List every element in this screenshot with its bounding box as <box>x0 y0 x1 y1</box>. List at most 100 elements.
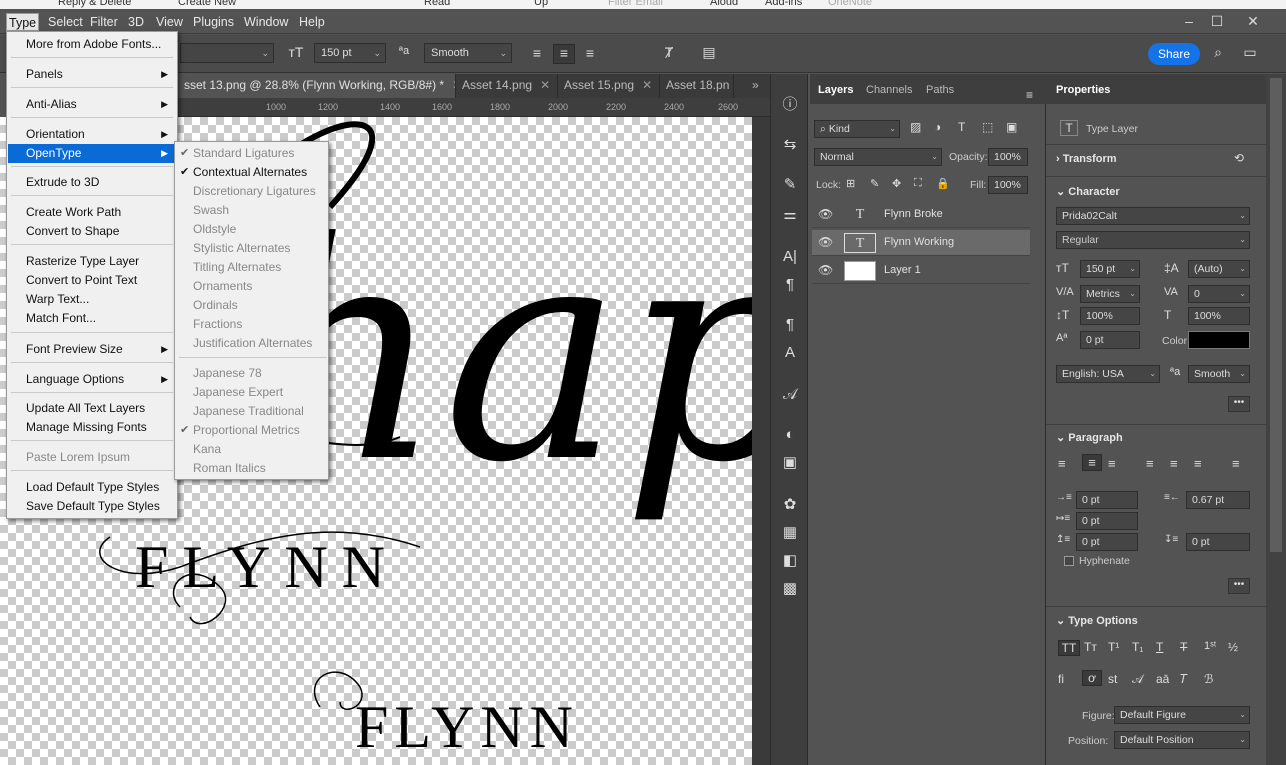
tab-paths[interactable]: Paths <box>926 84 954 96</box>
align-center-icon[interactable]: ≡ <box>553 44 575 64</box>
hyphenate-checkbox[interactable] <box>1064 556 1074 566</box>
discretionary-ligatures-icon[interactable]: st <box>1108 672 1117 686</box>
menu-filter[interactable]: Filter <box>88 13 120 31</box>
underline-icon[interactable]: T <box>1156 640 1163 654</box>
swash-icon[interactable]: 𝒜 <box>1132 672 1143 687</box>
font-style-dropdown[interactable]: ⌄ <box>180 43 274 63</box>
reset-icon[interactable]: ⟲ <box>1234 151 1244 165</box>
menu-item-more-fonts[interactable]: More from Adobe Fonts... <box>8 35 176 54</box>
first-line-indent-field[interactable]: 0 pt <box>1076 512 1138 530</box>
antialias-dropdown[interactable]: Smooth ⌄ <box>424 43 512 63</box>
justify-center-icon[interactable]: ≡ <box>1170 456 1178 471</box>
transform-section[interactable]: › Transform <box>1056 153 1117 165</box>
ordinals-icon[interactable]: 1ˢᵗ <box>1204 640 1216 652</box>
more-options-button[interactable]: ••• <box>1228 396 1250 412</box>
restore-button[interactable]: ☐ <box>1200 12 1234 30</box>
paragraph-styles-icon[interactable]: ¶ <box>779 314 801 336</box>
filter-pixel-icon[interactable]: ▨ <box>910 120 921 134</box>
layer-row[interactable]: 👁 T Flynn Working <box>812 230 1030 256</box>
tab-asset-13[interactable]: sset 13.png @ 28.8% (Flynn Working, RGB/… <box>178 74 456 98</box>
tabs-overflow-icon[interactable]: » <box>746 74 770 98</box>
small-caps-icon[interactable]: Tт <box>1084 640 1097 654</box>
close-window-button[interactable]: ✕ <box>1236 12 1270 30</box>
vertical-scale-field[interactable]: 100% <box>1080 307 1140 325</box>
tab-properties[interactable]: Properties <box>1056 84 1110 96</box>
brush-icon[interactable]: ✎ <box>779 174 801 196</box>
position-dropdown[interactable]: Default Position ⌄ <box>1114 731 1250 749</box>
menu-item-save-type-styles[interactable]: Save Default Type Styles <box>8 497 176 516</box>
text-color-swatch[interactable] <box>1188 331 1250 349</box>
menu-window[interactable]: Window <box>242 13 290 31</box>
superscript-icon[interactable]: T¹ <box>1108 640 1119 654</box>
paragraph-section[interactable]: ⌄ Paragraph <box>1056 431 1123 444</box>
scrollbar-thumb[interactable] <box>1270 78 1282 552</box>
swatches-icon[interactable]: ✿ <box>779 494 801 516</box>
menu-item-load-type-styles[interactable]: Load Default Type Styles <box>8 478 176 497</box>
filter-type-icon[interactable]: T <box>958 120 965 134</box>
menu-item-create-work-path[interactable]: Create Work Path <box>8 203 176 222</box>
justify-all-icon[interactable]: ≡ <box>1232 456 1240 471</box>
eye-icon[interactable]: 👁 <box>818 235 833 249</box>
stylistic-alternates-icon[interactable]: aā <box>1156 672 1169 686</box>
menu-item-font-preview-size[interactable]: Font Preview Size ▶ <box>8 340 176 359</box>
properties-scrollbar[interactable] <box>1266 74 1286 765</box>
baseline-shift-field[interactable]: 0 pt <box>1080 331 1140 349</box>
space-before-field[interactable]: 0 pt <box>1076 533 1138 551</box>
contextual-alternates-icon[interactable]: ơ <box>1082 670 1102 686</box>
horizontal-scale-field[interactable]: 100% <box>1188 307 1250 325</box>
lock-all-icon[interactable]: 🔒 <box>936 177 950 190</box>
subscript-icon[interactable]: T₁ <box>1132 640 1143 654</box>
eye-icon[interactable]: 👁 <box>818 207 833 221</box>
share-button[interactable]: Share <box>1148 43 1200 65</box>
tab-asset-15[interactable]: Asset 15.png ✕ <box>558 74 660 98</box>
workspace-icon[interactable]: ▭ <box>1238 44 1262 61</box>
indent-left-field[interactable]: 0 pt <box>1076 491 1138 509</box>
all-caps-icon[interactable]: TT <box>1058 640 1080 656</box>
menu-plugins[interactable]: Plugins <box>191 13 236 31</box>
tracking-field[interactable]: 0 ⌄ <box>1188 285 1250 303</box>
filter-shape-icon[interactable]: ⬚ <box>982 120 993 134</box>
type-options-section[interactable]: ⌄ Type Options <box>1056 614 1138 627</box>
lock-brush-icon[interactable]: ✎ <box>870 177 879 190</box>
fractions-icon[interactable]: ½ <box>1228 640 1238 654</box>
tab-channels[interactable]: Channels <box>866 84 912 96</box>
patterns-icon[interactable]: ▩ <box>779 578 801 600</box>
adjustments-icon[interactable]: ◐ <box>779 424 801 446</box>
tab-asset-14[interactable]: Asset 14.png ✕ <box>456 74 558 98</box>
layer-row[interactable]: 👁 Layer 1 <box>812 258 1030 284</box>
justify-right-icon[interactable]: ≡ <box>1194 456 1202 471</box>
opacity-field[interactable]: 100% <box>988 148 1028 166</box>
menu-item-orientation[interactable]: Orientation ▶ <box>8 125 176 144</box>
info-icon[interactable]: ⓘ <box>779 94 801 116</box>
libraries-icon[interactable]: ▣ <box>779 452 801 474</box>
menu-select[interactable]: Select <box>46 13 85 31</box>
menu-item-rasterize[interactable]: Rasterize Type Layer <box>8 252 176 271</box>
canvas-scrollbar[interactable] <box>752 117 770 765</box>
panel-menu-icon[interactable]: ≡ <box>1026 88 1033 102</box>
antialias-dropdown[interactable]: Smooth ⌄ <box>1188 365 1250 383</box>
align-left-icon[interactable]: ≡ <box>1058 456 1066 471</box>
align-center-icon[interactable]: ≡ <box>1082 454 1102 471</box>
fill-field[interactable]: 100% <box>988 176 1028 194</box>
titling-alternates-icon[interactable]: 𝑇 <box>1180 672 1188 687</box>
menu-type[interactable]: Type <box>6 13 40 31</box>
menu-item-language-options[interactable]: Language Options ▶ <box>8 370 176 389</box>
align-left-icon[interactable]: ≡ <box>529 45 545 61</box>
blend-mode-dropdown[interactable]: Normal ⌄ <box>814 148 942 166</box>
strikethrough-icon[interactable]: T <box>1180 640 1187 654</box>
layer-kind-filter[interactable]: ⌕ Kind ⌄ <box>814 120 900 138</box>
menu-3d[interactable]: 3D <box>126 13 146 31</box>
font-size-dropdown[interactable]: 150 pt ⌄ <box>314 43 386 63</box>
close-icon[interactable]: ✕ <box>642 78 652 92</box>
search-icon[interactable]: ⌕ <box>1208 44 1228 61</box>
character-section[interactable]: ⌄ Character <box>1056 185 1120 198</box>
glyphs-icon[interactable]: 𝒜 <box>779 384 801 406</box>
more-options-button[interactable]: ••• <box>1228 578 1250 594</box>
tab-layers[interactable]: Layers <box>818 84 853 96</box>
menu-help[interactable]: Help <box>297 13 327 31</box>
align-right-icon[interactable]: ≡ <box>582 45 598 61</box>
warp-text-icon[interactable]: Ⱦ <box>660 44 678 60</box>
filter-adjust-icon[interactable]: ◑ <box>934 120 941 134</box>
layer-row[interactable]: 👁 T Flynn Broke <box>812 202 1030 228</box>
eye-icon[interactable]: 👁 <box>818 263 833 277</box>
